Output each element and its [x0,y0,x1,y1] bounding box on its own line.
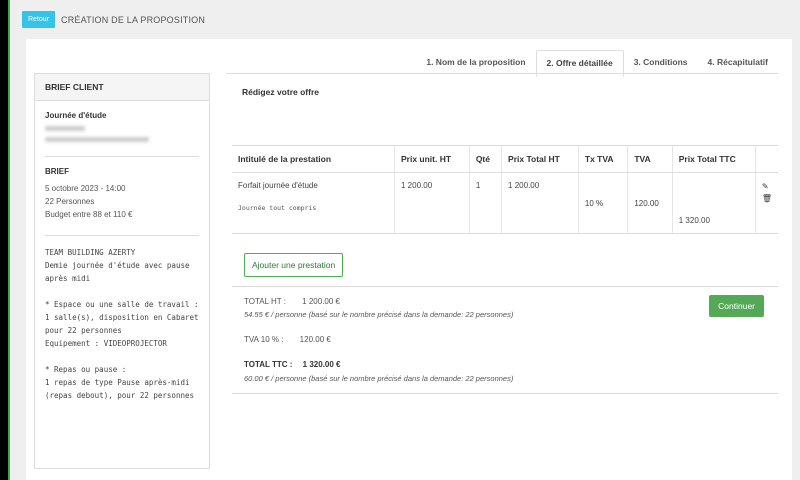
vat-label: TVA 10 % : [244,335,284,344]
vat-line: TVA 10 % : 120.00 € [244,335,331,344]
col-unit-price: Prix unit. HT [394,145,470,173]
brief-budget: Budget entre 88 et 110 € [45,210,133,219]
total-ht-value: 1 200.00 € [302,297,340,306]
total-ht-per-person: 54.55 € / personne (basé sur le nombre p… [244,310,514,319]
proposal-card: 1. Nom de la proposition 2. Offre détail… [26,39,792,480]
service-cell: Forfait journée d'étude Journée tout com… [232,172,395,234]
brief-date: 5 octobre 2023 - 14:00 [45,184,126,193]
col-vat: TVA [627,145,673,173]
table-header-row: Intitulé de la prestation Prix unit. HT … [232,145,778,173]
client-brief-title: BRIEF CLIENT [35,74,209,101]
total-ht-cell: 1 200.00 [501,172,579,234]
trash-icon[interactable]: 🗑 [762,193,772,205]
redacted-line [45,137,149,142]
redacted-line [45,126,85,131]
page: Retour CRÉATION DE LA PROPOSITION 1. Nom… [8,0,800,480]
event-type-label: Journée d'étude [45,111,107,120]
brief-notes: TEAM BUILDING AZERTY Demie journée d'étu… [45,248,199,400]
vat-cell: 120.00 [627,172,673,234]
unit-price-cell: 1 200.00 [394,172,470,234]
totals-panel: Continuer TOTAL HT : 1 200.00 € 54.55 € … [232,286,778,394]
col-total-ttc: Prix Total TTC [671,145,756,173]
top-bar: Retour CRÉATION DE LA PROPOSITION [22,11,205,28]
client-brief-panel: BRIEF CLIENT Journée d'étude BRIEF 5 oct… [34,73,210,469]
total-ttc-per-person: 60.00 € / personne (basé sur le nombre p… [244,374,514,383]
total-ht-label: TOTAL HT : [244,297,286,306]
vat-rate-cell: 10 % [577,172,628,234]
vat-value: 120.00 € [299,335,331,344]
col-actions [754,145,778,173]
total-ttc-value: 1 320.00 € [302,360,341,369]
continue-button[interactable]: Continuer [709,295,764,317]
col-service-name: Intitulé de la prestation [232,145,395,173]
col-vat-rate: Tx TVA [577,145,628,173]
edit-icon[interactable]: ✎ [762,181,772,193]
row-actions: ✎ 🗑 [754,172,778,234]
total-ttc-label: TOTAL TTC : [244,360,293,369]
total-ht-line: TOTAL HT : 1 200.00 € [244,297,340,306]
table-row: Forfait journée d'étude Journée tout com… [232,172,778,234]
page-title: CRÉATION DE LA PROPOSITION [61,14,206,25]
brief-label: BRIEF [45,167,69,176]
total-ttc-cell: 1 320.00 [671,172,756,234]
brief-guests: 22 Personnes [45,197,95,206]
col-total-ht: Prix Total HT [501,145,579,173]
back-button[interactable]: Retour [22,11,56,28]
service-note: Journée tout compris [238,204,317,212]
services-table: Intitulé de la prestation Prix unit. HT … [232,145,778,234]
total-ttc-line: TOTAL TTC : 1 320.00 € [244,360,340,369]
col-qty: Qté [468,145,502,173]
add-service-button[interactable]: Ajouter une prestation [244,253,344,277]
offer-main: Rédigez votre offre Intitulé de la prest… [226,73,778,394]
qty-cell: 1 [468,172,502,234]
service-name: Forfait journée d'étude [238,181,318,190]
offer-subtitle: Rédigez votre offre [242,87,319,97]
